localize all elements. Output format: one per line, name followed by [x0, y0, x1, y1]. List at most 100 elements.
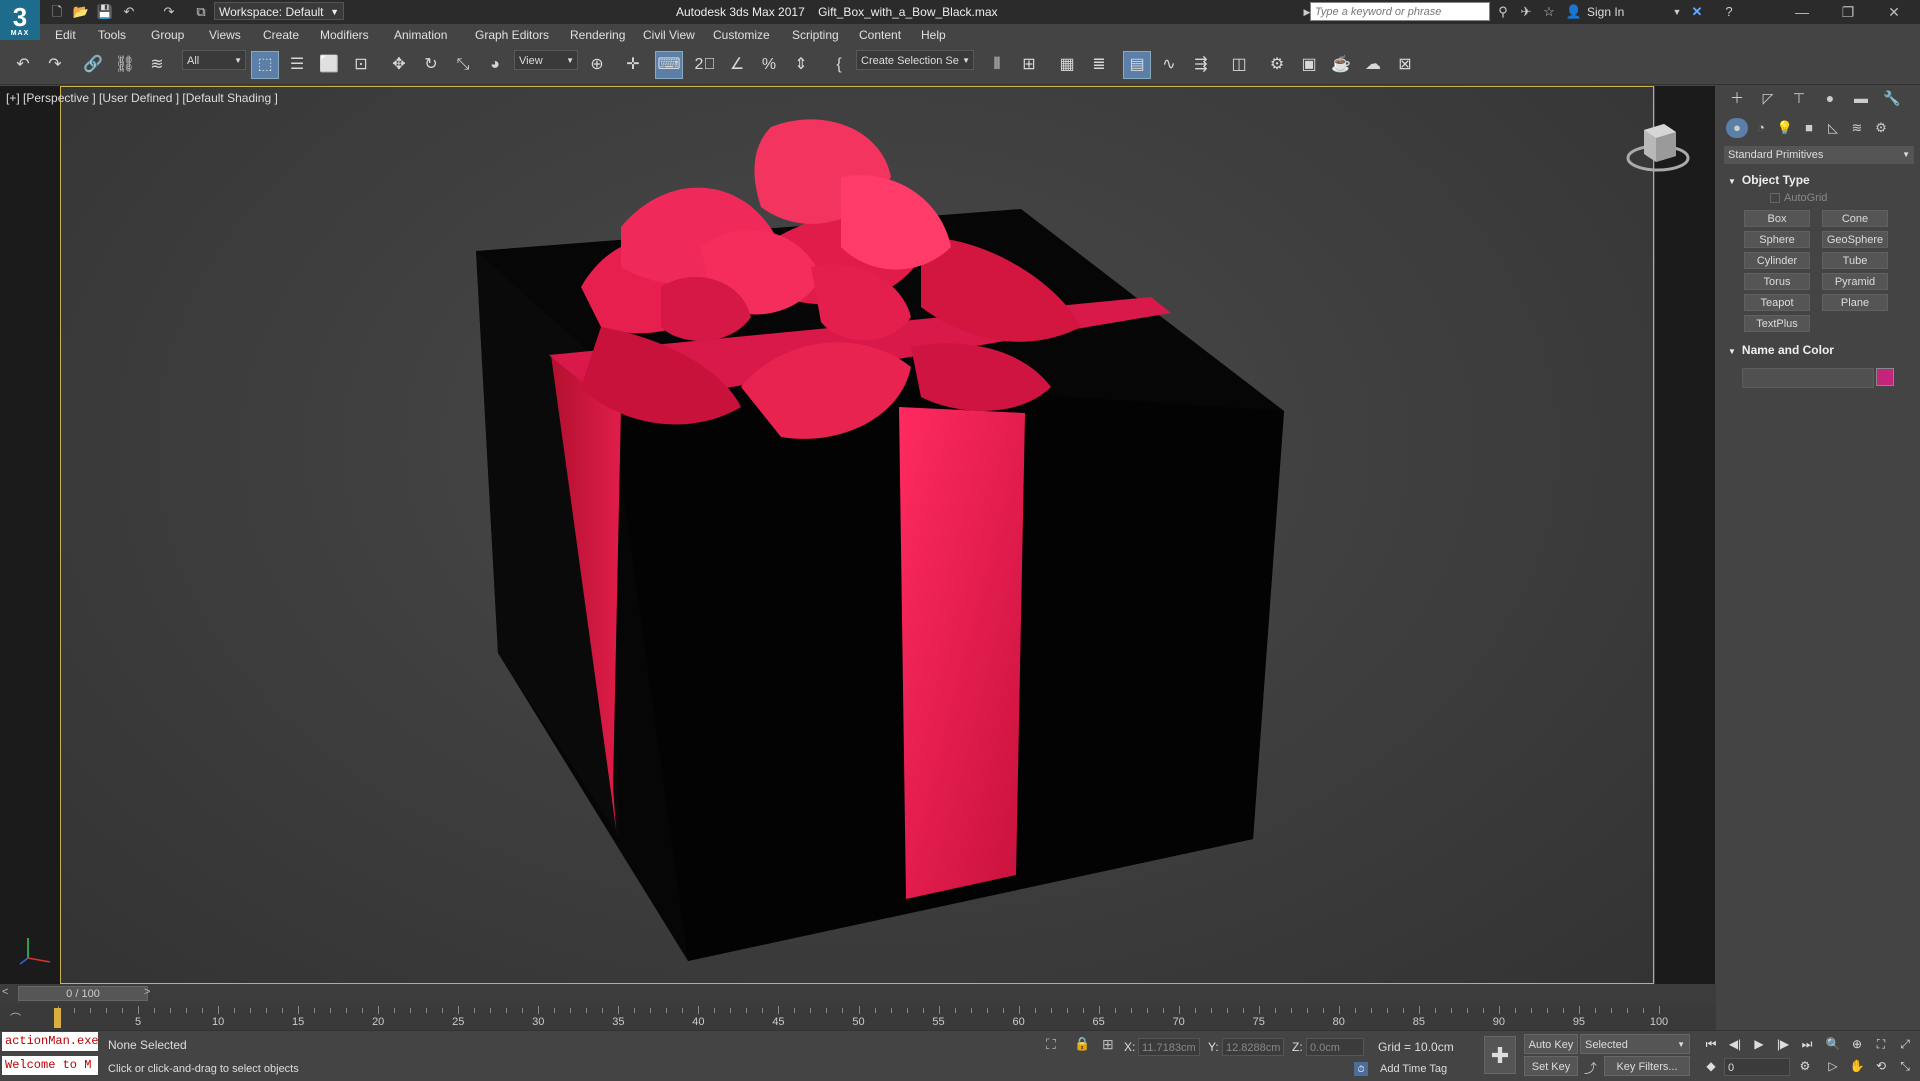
select-and-move-icon[interactable]: ✥: [386, 52, 412, 78]
menu-views[interactable]: Views: [209, 24, 241, 46]
teapot-button[interactable]: Teapot: [1744, 294, 1810, 311]
zoom-extents-icon[interactable]: ⛶: [1870, 1034, 1892, 1054]
orbit-icon[interactable]: ⟲: [1870, 1056, 1892, 1076]
window-crossing-icon[interactable]: ⊡: [348, 52, 374, 78]
time-configuration-icon[interactable]: ⚙: [1794, 1056, 1816, 1076]
select-by-name-icon[interactable]: ☰: [284, 52, 310, 78]
cameras-category-icon[interactable]: ■: [1798, 118, 1820, 138]
key-selection-dropdown[interactable]: Selected ▼: [1580, 1034, 1690, 1054]
manipulate-icon[interactable]: ✛: [620, 52, 646, 78]
menu-group[interactable]: Group: [151, 24, 184, 46]
systems-category-icon[interactable]: ⚙: [1870, 118, 1892, 138]
bow[interactable]: [581, 119, 1081, 439]
x-coordinate-field[interactable]: 11.7183cm: [1138, 1038, 1200, 1056]
auto-key-button[interactable]: Auto Key: [1524, 1034, 1578, 1054]
current-frame-input[interactable]: 0: [1724, 1058, 1790, 1076]
menu-graph-editors[interactable]: Graph Editors: [475, 24, 549, 46]
set-key-big-icon[interactable]: ✚: [1484, 1036, 1516, 1074]
close-icon[interactable]: ✕: [1872, 0, 1916, 24]
key-filters-button[interactable]: Key Filters...: [1604, 1056, 1690, 1076]
helpers-category-icon[interactable]: ◺: [1822, 118, 1844, 138]
binoculars-icon[interactable]: ⚲: [1494, 3, 1512, 21]
edit-named-selection-icon[interactable]: {: [826, 52, 852, 78]
unlink-icon[interactable]: ⛓: [112, 52, 138, 78]
z-coordinate-field[interactable]: 0.0cm: [1306, 1038, 1364, 1056]
geosphere-button[interactable]: GeoSphere: [1822, 231, 1888, 248]
name-and-color-rollout-header[interactable]: ▼ Name and Color: [1728, 342, 1834, 358]
time-tag-icon[interactable]: ⏱: [1354, 1062, 1368, 1076]
zoom-extents-all-icon[interactable]: ⤢: [1894, 1034, 1916, 1054]
schematic-view-icon[interactable]: ⇶: [1188, 52, 1214, 78]
maxscript-listener-output[interactable]: actionMan.exe: [2, 1032, 98, 1051]
keyboard-shortcut-toggle-icon[interactable]: ⌨: [655, 51, 683, 79]
zoom-icon[interactable]: 🔍: [1822, 1034, 1844, 1054]
named-selection-set-dropdown[interactable]: Create Selection Se ▼: [856, 50, 974, 70]
search-input[interactable]: Type a keyword or phrase: [1310, 2, 1490, 21]
default-tangents-icon[interactable]: ⤴: [1584, 1058, 1597, 1077]
mirror-icon[interactable]: ⫴: [984, 52, 1010, 78]
render-production-icon[interactable]: ☕: [1328, 52, 1354, 78]
perspective-viewport[interactable]: [60, 86, 1654, 984]
open-file-icon[interactable]: 📂: [72, 3, 90, 21]
render-iterative-icon[interactable]: ⊠: [1392, 52, 1418, 78]
help-icon[interactable]: ?: [1720, 3, 1738, 21]
reference-coordinate-dropdown[interactable]: View ▼: [514, 50, 578, 70]
redo-quick-icon[interactable]: ↷: [160, 3, 178, 21]
torus-button[interactable]: Torus: [1744, 273, 1810, 290]
object-type-rollout-header[interactable]: ▼ Object Type: [1728, 172, 1810, 188]
cylinder-button[interactable]: Cylinder: [1744, 252, 1810, 269]
rectangular-selection-icon[interactable]: ⬜: [316, 52, 342, 78]
render-setup-icon[interactable]: ⚙: [1264, 52, 1290, 78]
sign-in-link[interactable]: Sign In: [1587, 0, 1624, 24]
menu-help[interactable]: Help: [921, 24, 946, 46]
go-to-end-icon[interactable]: ⏭: [1796, 1034, 1818, 1054]
menu-content[interactable]: Content: [859, 24, 901, 46]
menu-animation[interactable]: Animation: [394, 24, 447, 46]
maximize-viewport-icon[interactable]: ⤡: [1894, 1056, 1916, 1076]
add-time-tag-button[interactable]: Add Time Tag: [1380, 1063, 1447, 1075]
snaps-toggle-icon[interactable]: 2⃣: [692, 52, 718, 78]
menu-rendering[interactable]: Rendering: [570, 24, 625, 46]
project-folder-icon[interactable]: ⧉: [192, 3, 210, 21]
material-editor-icon[interactable]: ◫: [1226, 52, 1252, 78]
percent-snap-icon[interactable]: %: [756, 52, 782, 78]
rendered-frame-window-icon[interactable]: ▣: [1296, 52, 1322, 78]
menu-civil-view[interactable]: Civil View: [643, 24, 695, 46]
align-icon[interactable]: ⊞: [1016, 52, 1042, 78]
autogrid-checkbox[interactable]: AutoGrid: [1770, 192, 1827, 204]
select-object-icon[interactable]: ⬚: [251, 51, 279, 79]
menu-tools[interactable]: Tools: [98, 24, 126, 46]
modify-tab-icon[interactable]: ◸: [1757, 88, 1779, 108]
select-and-rotate-icon[interactable]: ↻: [418, 52, 444, 78]
textplus-button[interactable]: TextPlus: [1744, 315, 1810, 332]
bind-space-warp-icon[interactable]: ≋: [144, 52, 170, 78]
object-name-input[interactable]: [1742, 368, 1874, 388]
select-and-link-icon[interactable]: 🔗: [80, 52, 106, 78]
exchange-apps-icon[interactable]: ✕: [1688, 3, 1706, 21]
time-slider-next-icon[interactable]: >: [144, 986, 150, 998]
redo-icon[interactable]: ↷: [42, 52, 68, 78]
mini-curve-editor-icon[interactable]: ⌒: [10, 1010, 21, 1026]
lights-category-icon[interactable]: 💡: [1774, 118, 1796, 138]
menu-create[interactable]: Create: [263, 24, 299, 46]
undo-icon[interactable]: ↶: [10, 52, 36, 78]
restore-icon[interactable]: ❐: [1826, 0, 1870, 24]
pan-view-icon[interactable]: ✋: [1846, 1056, 1868, 1076]
create-tab-icon[interactable]: ＋: [1726, 88, 1748, 108]
object-color-swatch[interactable]: [1876, 368, 1894, 386]
maxscript-mini-listener[interactable]: Welcome to M: [2, 1056, 98, 1075]
sphere-button[interactable]: Sphere: [1744, 231, 1810, 248]
box-button[interactable]: Box: [1744, 210, 1810, 227]
favorites-star-icon[interactable]: ☆: [1540, 3, 1558, 21]
previous-frame-icon[interactable]: ◀|: [1724, 1034, 1746, 1054]
workspace-dropdown[interactable]: Workspace: Default ▼: [214, 2, 344, 20]
pivot-center-icon[interactable]: ⊕: [584, 52, 610, 78]
plane-button[interactable]: Plane: [1822, 294, 1888, 311]
render-online-icon[interactable]: ☁: [1360, 52, 1386, 78]
sign-in-chevron-icon[interactable]: ▼: [1668, 3, 1686, 21]
absolute-mode-transform-icon[interactable]: ⊞: [1102, 1036, 1114, 1053]
shapes-category-icon[interactable]: ◔: [1750, 118, 1772, 138]
time-slider-prev-icon[interactable]: <: [2, 986, 8, 998]
curve-editor-icon[interactable]: ∿: [1156, 52, 1182, 78]
play-icon[interactable]: ▶: [1748, 1034, 1770, 1054]
